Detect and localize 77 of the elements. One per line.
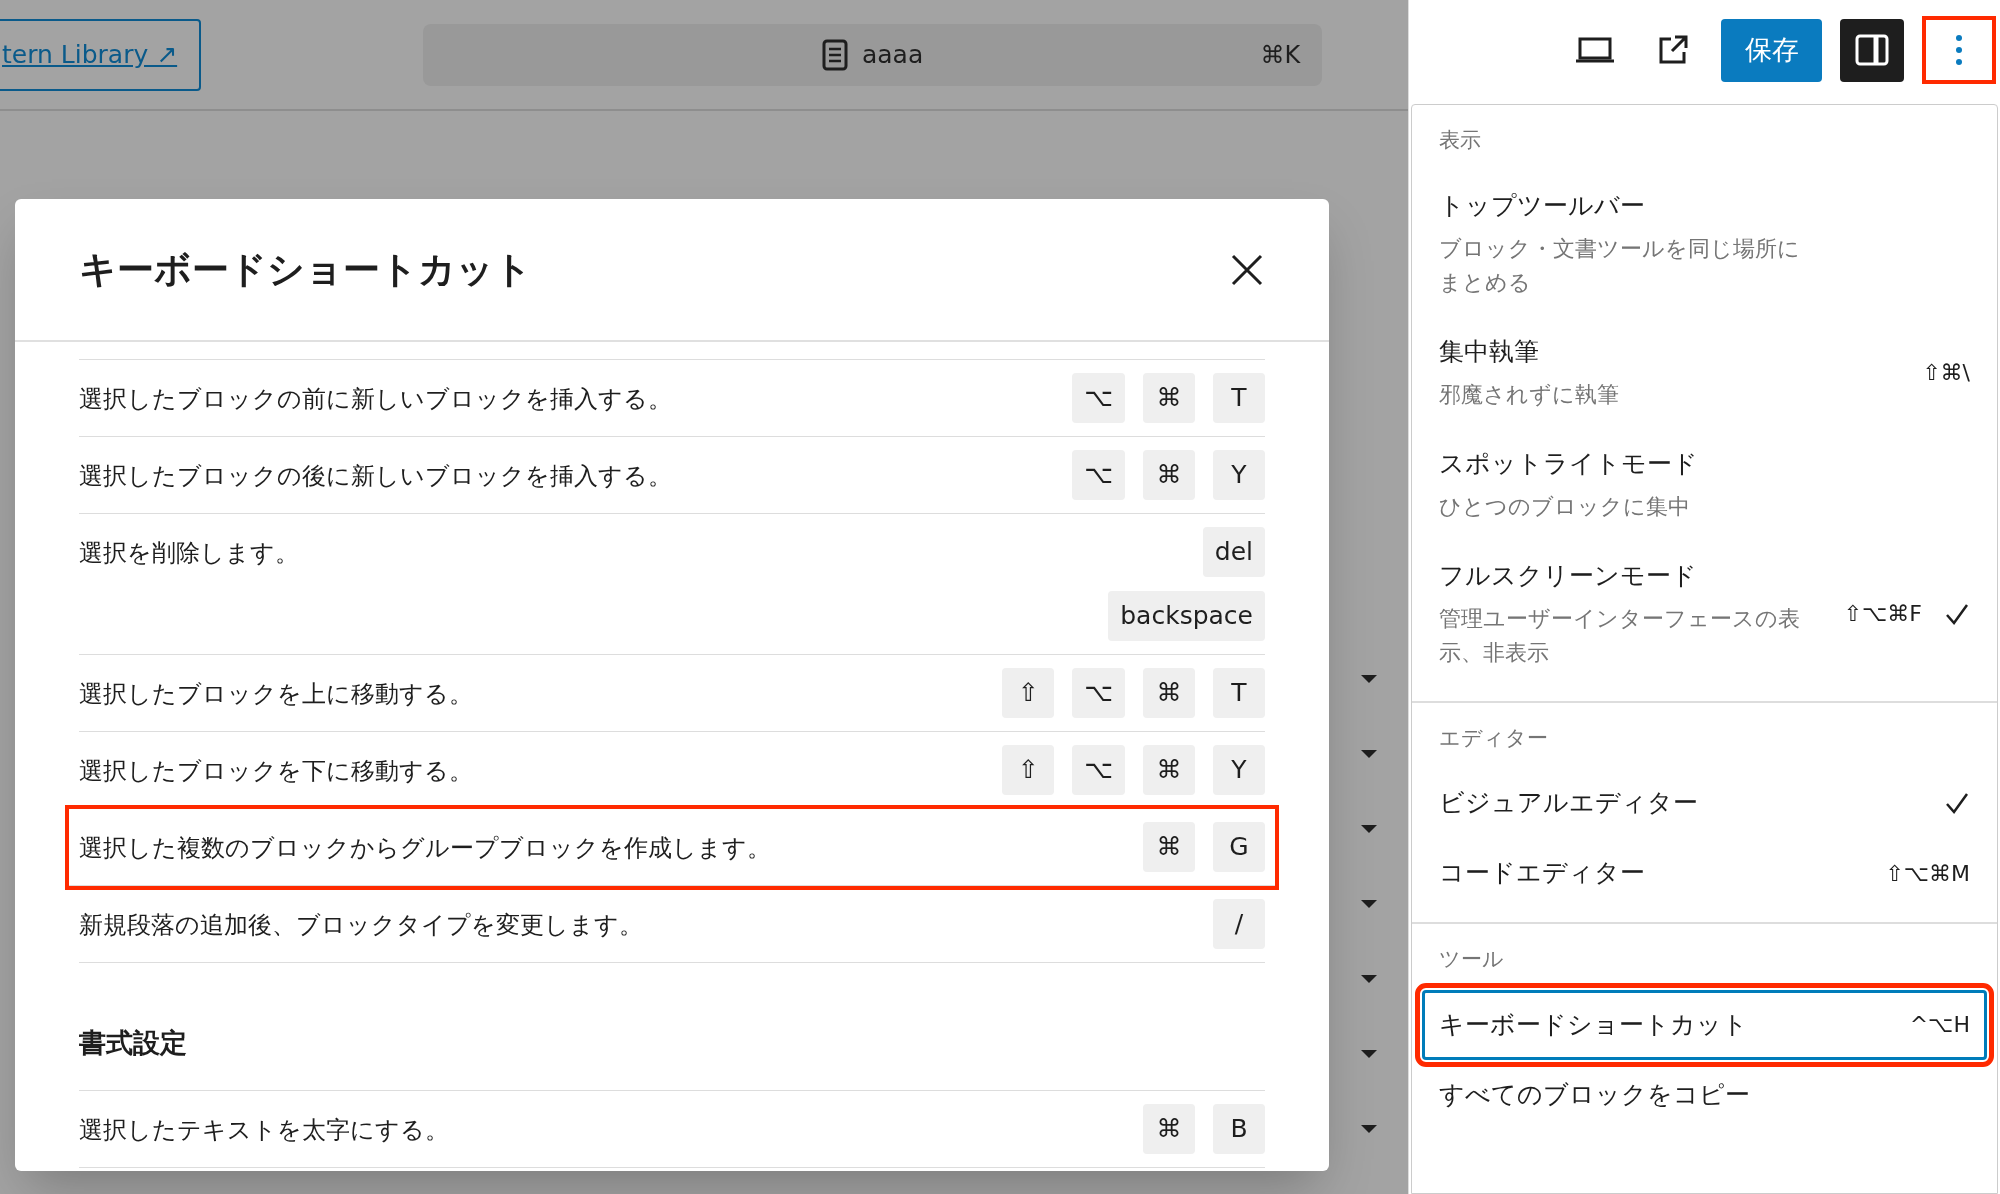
key-cap: T <box>1213 373 1265 423</box>
shortcut-description: 選択を削除します。 <box>79 538 299 569</box>
key-cap: ⌘ <box>1143 373 1195 423</box>
caret-down-icon[interactable] <box>1360 1049 1378 1059</box>
menu-item[interactable]: 集中執筆 邪魔されずに執筆 ⇧⌘\ <box>1422 316 1987 429</box>
checkmark-icon <box>1944 791 1970 815</box>
menu-item-description: ブロック・文書ツールを同じ場所にまとめる <box>1439 234 1801 297</box>
shortcut-text: ⇧⌥⌘M <box>1885 859 1970 888</box>
external-link-icon <box>1657 34 1689 66</box>
key-cap: ⌥ <box>1072 745 1125 795</box>
shortcut-description: 新規段落の追加後、ブロックタイプを変更します。 <box>79 910 643 941</box>
menu-item-label: スポットライトモード <box>1439 447 1699 480</box>
caret-down-icon[interactable] <box>1360 824 1378 834</box>
sidebar-toggle-button[interactable] <box>1840 18 1904 82</box>
key-cap: ⌘ <box>1143 668 1195 718</box>
menu-item-label: ビジュアルエディター <box>1439 787 1699 819</box>
vertical-dots-icon <box>1955 34 1963 66</box>
menu-item-label: コードエディター <box>1439 857 1646 889</box>
shortcut-description: 選択したブロックを下に移動する。 <box>79 756 473 787</box>
menu-item[interactable]: トップツールバー ブロック・文書ツールを同じ場所にまとめる <box>1422 170 1987 317</box>
menu-item-label: キーボードショートカット <box>1439 1008 1749 1041</box>
document-title: aaaa <box>862 38 924 71</box>
key-cap: ⇧ <box>1002 668 1055 718</box>
key-cap: ⌥ <box>1072 668 1125 718</box>
laptop-icon <box>1575 36 1615 64</box>
menu-section-title: エディター <box>1438 724 1549 752</box>
key-cap: backspace <box>1108 591 1265 641</box>
shortcut-description: 選択した複数のブロックからグループブロックを作成します。 <box>79 833 771 864</box>
key-cap: ⌘ <box>1143 822 1195 872</box>
caret-down-icon[interactable] <box>1360 749 1378 759</box>
menu-item[interactable]: フルスクリーンモード 管理ユーザーインターフェースの表示、非表示 ⇧⌥⌘F <box>1422 540 1987 687</box>
menu-item-description: 管理ユーザーインターフェースの表示、非表示 <box>1439 604 1801 667</box>
key-cap: B <box>1213 1103 1265 1154</box>
key-cap: ⌘ <box>1143 1103 1195 1154</box>
shortcut-text: ⇧⌥⌘F <box>1843 600 1922 628</box>
shortcut-text: ^⌥H <box>1909 1011 1970 1039</box>
key-cap: ⇧ <box>1002 745 1055 795</box>
key-cap: G <box>1213 822 1265 872</box>
caret-down-icon[interactable] <box>1360 899 1378 909</box>
key-cap: del <box>1202 527 1265 577</box>
save-button[interactable]: 保存 <box>1721 18 1822 82</box>
menu-item[interactable]: スポットライトモード ひとつのブロックに集中 <box>1422 428 1987 541</box>
menu-item-label: 集中執筆 <box>1439 335 1540 368</box>
key-cap: ⌥ <box>1072 450 1125 500</box>
section-heading: 書式設定 <box>79 963 1265 1091</box>
document-icon <box>822 38 848 71</box>
close-icon <box>1230 252 1264 287</box>
key-cap: Y <box>1213 450 1265 500</box>
menu-item[interactable]: すべてのブロックをコピー <box>1422 1059 1987 1130</box>
command-bar[interactable]: aaaa ⌘K <box>423 23 1323 86</box>
menu-section-title: ツール <box>1438 946 1505 973</box>
menu-section-title: 表示 <box>1438 127 1482 154</box>
menu-item-description: ひとつのブロックに集中 <box>1439 492 1691 521</box>
menu-item-label: すべてのブロックをコピー <box>1439 1078 1751 1111</box>
key-cap: Y <box>1213 745 1265 795</box>
shortcut-description: 選択したブロックを上に移動する。 <box>79 679 473 710</box>
shortcut-text: ⌘K <box>1260 39 1301 71</box>
key-cap: ⌘ <box>1143 745 1195 795</box>
menu-item-label: トップツールバー <box>1439 189 1646 222</box>
shortcut-description: 選択したブロックの前に新しいブロックを挿入する。 <box>79 384 672 415</box>
key-cap: T <box>1213 668 1265 718</box>
shortcut-description: 選択したブロックの後に新しいブロックを挿入する。 <box>79 461 672 492</box>
caret-down-icon[interactable] <box>1360 674 1378 684</box>
modal-title: キーボードショートカット <box>79 246 532 293</box>
options-menu-button[interactable] <box>1922 16 1996 84</box>
key-cap: ⌘ <box>1143 450 1195 500</box>
key-cap: / <box>1213 899 1265 949</box>
sidebar-icon <box>1855 34 1889 66</box>
menu-item[interactable]: コードエディター ⇧⌥⌘M <box>1422 838 1987 908</box>
menu-item[interactable]: ビジュアルエディター <box>1422 768 1987 838</box>
menu-item-label: フルスクリーンモード <box>1439 559 1698 592</box>
caret-down-icon[interactable] <box>1360 1124 1378 1134</box>
shortcut-text: ⇧⌘\ <box>1922 359 1970 387</box>
caret-down-icon[interactable] <box>1360 974 1378 984</box>
shortcut-description: 選択したテキストを太字にする。 <box>79 1114 449 1146</box>
menu-item-description: 邪魔されずに執筆 <box>1439 380 1620 409</box>
key-cap: ⌥ <box>1072 373 1125 423</box>
